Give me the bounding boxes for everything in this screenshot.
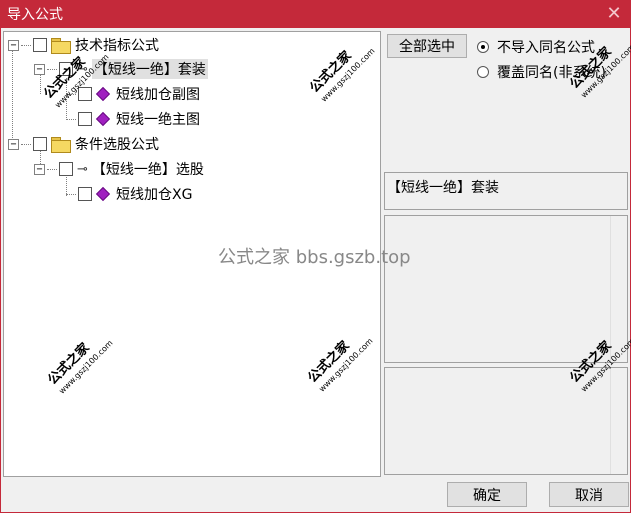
collapse-icon[interactable]: −	[34, 63, 45, 75]
radio-label: 不导入同名公式	[497, 40, 595, 56]
formula-name-box: 【短线一绝】套装	[384, 172, 628, 210]
window-title: 导入公式	[7, 7, 63, 23]
checkbox[interactable]	[78, 187, 92, 201]
close-icon[interactable]: ✕	[603, 3, 625, 25]
tree-dots	[21, 143, 31, 145]
radio-button[interactable]	[477, 66, 489, 78]
center-watermark: 公式之家 bbs.gszb.top	[218, 247, 411, 268]
radio-button[interactable]	[477, 41, 489, 53]
formula-gem-icon	[95, 186, 111, 202]
scrollbar[interactable]	[610, 368, 627, 474]
checkbox[interactable]	[78, 112, 92, 126]
checkbox[interactable]	[33, 38, 47, 52]
checkbox[interactable]	[59, 162, 73, 176]
key-icon: ⊸	[77, 161, 88, 177]
formula-gem-icon	[95, 86, 111, 102]
tree-item-label: 短线加仓XG	[116, 187, 193, 203]
tree-item-set[interactable]: − ⊸ 【短线一绝】选股	[34, 158, 204, 180]
tree-item-group[interactable]: − 条件选股公式	[8, 133, 159, 155]
formula-gem-icon	[95, 111, 111, 127]
tree-item-label: 【短线一绝】选股	[91, 162, 204, 178]
tree-dots	[66, 193, 76, 195]
title-bar: 导入公式 ✕	[0, 0, 631, 28]
import-formula-dialog: − 技术指标公式 − ⊸ 【短线一绝】套装 短线加仓副图 短线一绝主图 − 条件…	[0, 28, 631, 513]
tree-item-label: 条件选股公式	[75, 137, 159, 153]
tree-dots	[47, 68, 57, 70]
tree-dots	[21, 44, 31, 46]
collapse-icon[interactable]: −	[8, 138, 19, 150]
skip-same-name-radio[interactable]: 不导入同名公式	[477, 37, 595, 57]
folder-icon	[51, 137, 71, 153]
collapse-icon[interactable]: −	[34, 163, 45, 175]
folder-icon	[51, 38, 71, 54]
tree-item-formula[interactable]: 短线一绝主图	[66, 108, 200, 130]
checkbox[interactable]	[33, 137, 47, 151]
tree-dots	[66, 118, 76, 120]
tree-connector-line	[12, 50, 13, 144]
formula-description-box[interactable]	[384, 215, 628, 363]
tree-item-label: 短线加仓副图	[116, 87, 200, 103]
select-all-button[interactable]: 全部选中	[387, 34, 467, 58]
tree-item-label: 短线一绝主图	[116, 112, 200, 128]
collapse-icon[interactable]: −	[8, 39, 19, 51]
tree-dots	[47, 168, 57, 170]
ok-button[interactable]: 确定	[447, 482, 527, 507]
formula-name-text: 【短线一绝】套装	[387, 180, 499, 196]
cancel-button[interactable]: 取消	[549, 482, 629, 507]
tree-item-formula[interactable]: 短线加仓XG	[66, 183, 192, 205]
